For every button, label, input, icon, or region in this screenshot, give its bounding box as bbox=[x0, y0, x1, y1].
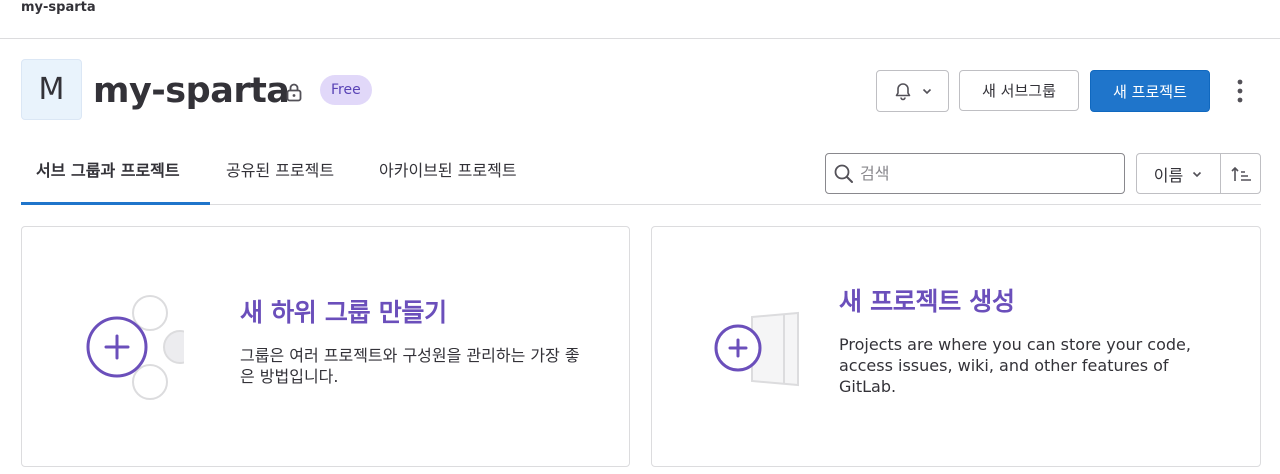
project-illustration-icon bbox=[714, 311, 799, 387]
tab-archived-projects[interactable]: 아카이브된 프로젝트 bbox=[379, 160, 517, 182]
kebab-icon[interactable] bbox=[1230, 78, 1250, 104]
new-subgroup-title: 새 하위 그룹 만들기 bbox=[240, 298, 447, 327]
avatar-letter: M bbox=[38, 72, 65, 107]
subgroup-illustration-icon bbox=[86, 295, 184, 400]
sort-by-dropdown[interactable]: 이름 bbox=[1137, 154, 1220, 193]
new-project-description: Projects are where you can store your co… bbox=[839, 335, 1191, 396]
tab-shared-projects[interactable]: 공유된 프로젝트 bbox=[226, 160, 334, 182]
page-title: my-sparta bbox=[93, 71, 290, 111]
sort-direction-button[interactable] bbox=[1221, 154, 1260, 193]
new-project-button[interactable]: 새 프로젝트 bbox=[1090, 70, 1210, 112]
plan-badge: Free bbox=[320, 75, 372, 105]
chevron-down-icon bbox=[922, 88, 931, 95]
chevron-down-icon bbox=[1193, 171, 1202, 177]
active-tab-indicator bbox=[21, 202, 210, 205]
group-avatar: M bbox=[21, 59, 82, 120]
breadcrumb[interactable]: my-sparta bbox=[21, 0, 96, 16]
new-project-title: 새 프로젝트 생성 bbox=[839, 287, 1015, 316]
search-icon bbox=[834, 164, 853, 183]
header-divider bbox=[0, 38, 1280, 39]
bell-icon bbox=[895, 83, 910, 101]
new-subgroup-card[interactable]: 새 하위 그룹 만들기 그룹은 여러 프로젝트와 구성원을 관리하는 가장 좋은… bbox=[21, 226, 630, 467]
search-input[interactable] bbox=[860, 158, 1115, 188]
new-project-card[interactable]: 새 프로젝트 생성 Projects are where you can sto… bbox=[651, 226, 1261, 467]
tab-subgroups-and-projects[interactable]: 서브 그룹과 프로젝트 bbox=[36, 160, 180, 182]
sort-by-label: 이름 bbox=[1153, 165, 1184, 185]
new-subgroup-description: 그룹은 여러 프로젝트와 구성원을 관리하는 가장 좋은 방법입니다. bbox=[240, 346, 580, 386]
new-subgroup-button[interactable]: 새 서브그룹 bbox=[959, 70, 1079, 111]
lock-icon bbox=[286, 83, 302, 102]
sort-ascending-icon bbox=[1230, 166, 1251, 181]
notifications-dropdown[interactable] bbox=[876, 70, 949, 112]
